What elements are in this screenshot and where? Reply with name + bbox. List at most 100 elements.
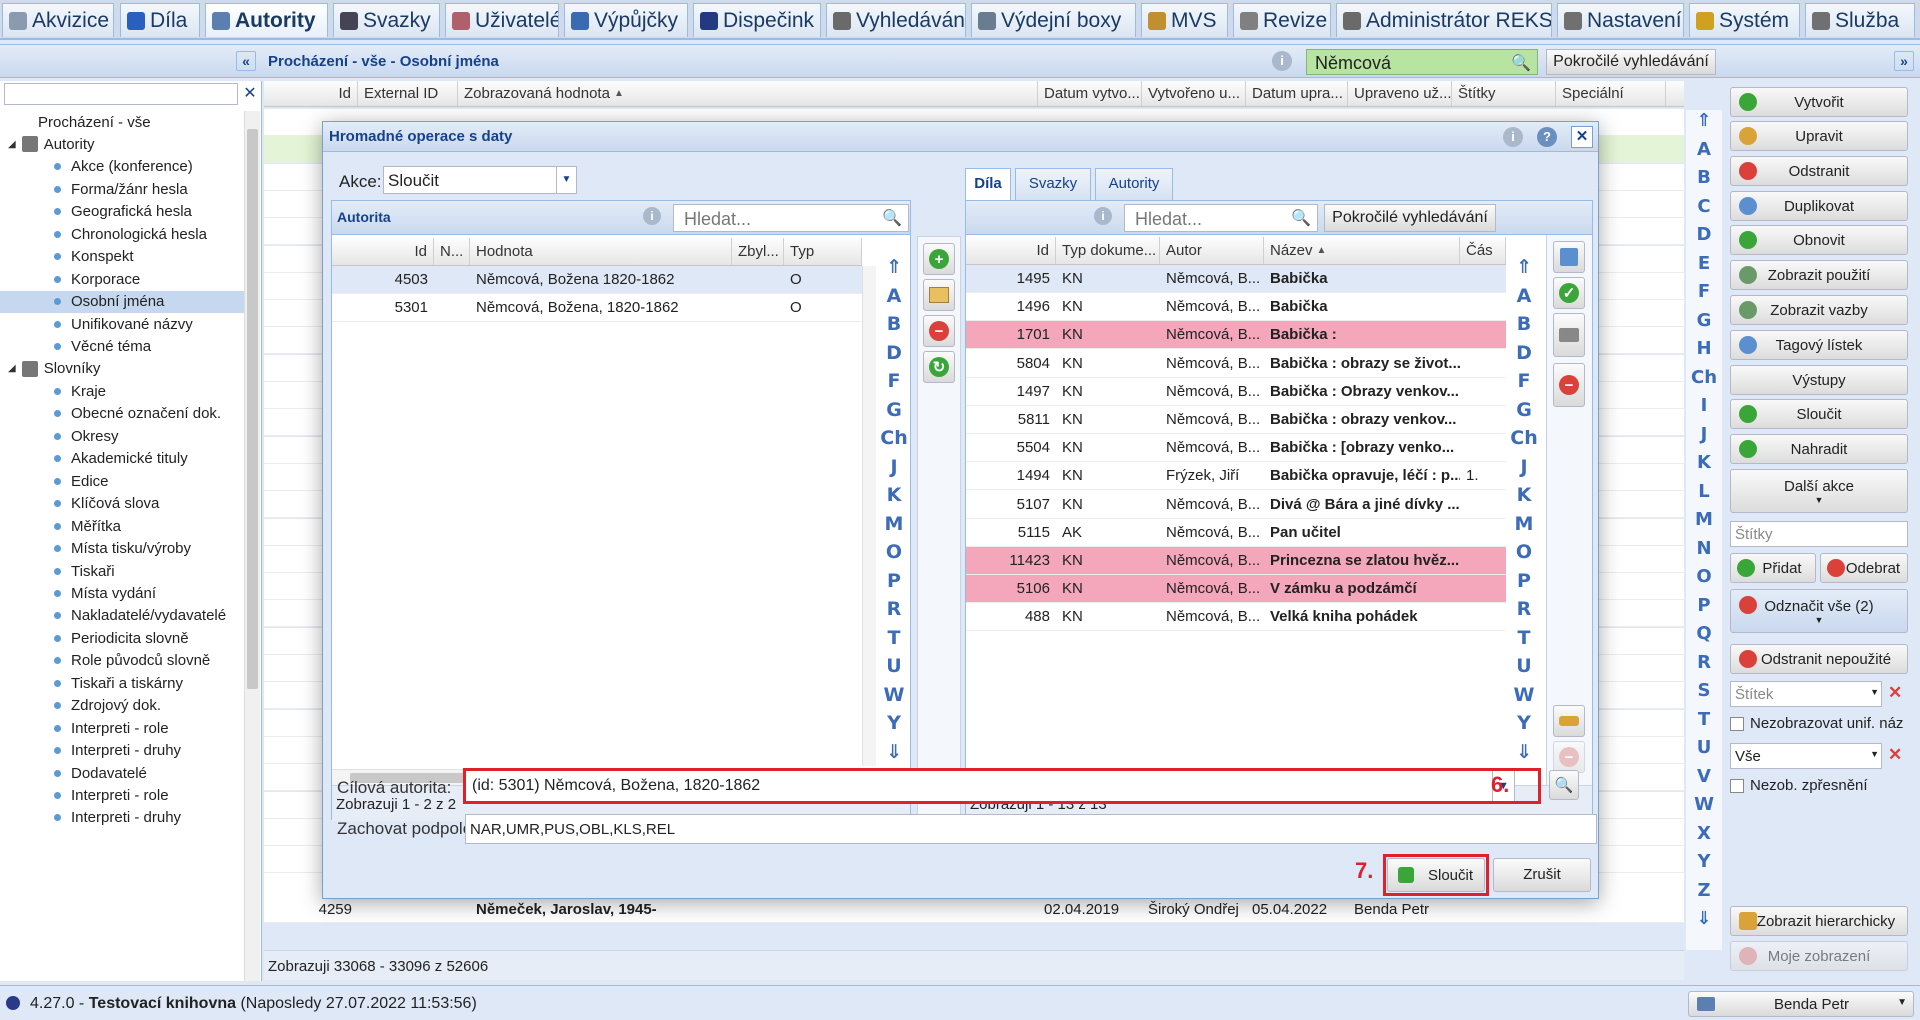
top-tab[interactable]: Vyhledávání	[826, 3, 966, 37]
alphabet-letter[interactable]: T	[1509, 627, 1539, 649]
tree-item[interactable]: Akademické tituly	[0, 448, 244, 470]
tree-item[interactable]: Tiskaři	[0, 560, 244, 582]
alphabet-letter[interactable]: O	[1689, 566, 1719, 587]
alphabet-letter[interactable]: Y	[1689, 851, 1719, 872]
action-button[interactable]: Zobrazit vazby	[1730, 295, 1908, 325]
jump-bottom-icon[interactable]: ⇓	[1509, 741, 1539, 763]
alphabet-letter[interactable]: P	[1689, 595, 1719, 616]
search-icon[interactable]: 🔍	[882, 208, 902, 228]
jump-top-icon[interactable]: ⇑	[1509, 256, 1539, 278]
alphabet-letter[interactable]: U	[1689, 737, 1719, 758]
unmark-all-button[interactable]: Odznačit vše (2) ▼	[1730, 589, 1908, 633]
col-id[interactable]: Id	[264, 81, 358, 106]
tree-item[interactable]: Osobní jména	[0, 290, 244, 313]
chevron-down-icon[interactable]: ▼	[556, 167, 576, 193]
remove-tag-button[interactable]: Odebrat	[1820, 553, 1908, 583]
col-created-by[interactable]: Vytvořeno u...	[1142, 81, 1246, 106]
checkbox-icon[interactable]	[1730, 716, 1744, 731]
tree-item[interactable]: Měřítka	[0, 515, 244, 537]
alphabet-letter[interactable]: F	[879, 370, 909, 392]
tree-item[interactable]: Forma/žánr hesla	[0, 178, 244, 200]
collapse-left-icon[interactable]: «	[236, 51, 256, 71]
top-tab[interactable]: Výpůjčky	[564, 3, 688, 37]
alphabet-letter[interactable]: I	[1689, 395, 1719, 416]
action-button[interactable]: Zobrazit použití	[1730, 260, 1908, 290]
authority-vscroll[interactable]	[862, 266, 876, 766]
tree-item[interactable]: Periodicita slovně	[0, 627, 244, 649]
action-button[interactable]: Vytvořit	[1730, 87, 1908, 117]
col-remaining[interactable]: Zbyl...	[732, 238, 784, 265]
top-tab[interactable]: Systém	[1689, 3, 1800, 37]
alphabet-letter[interactable]: Q	[1689, 623, 1719, 644]
search-box[interactable]: Němcová 🔍	[1306, 49, 1538, 75]
hide-refinement-checkbox[interactable]: Nezob. zpřesnění	[1730, 777, 1868, 794]
tree-item[interactable]: Interpreti - role	[0, 785, 244, 807]
col-value[interactable]: Hodnota	[470, 238, 732, 265]
tag-select[interactable]: Štítek ▼	[1730, 681, 1882, 707]
refresh-button[interactable]: ↻	[923, 351, 955, 383]
alphabet-letter[interactable]: F	[1689, 281, 1719, 302]
alphabet-letter[interactable]: A	[1689, 139, 1719, 160]
works-advanced-search-button[interactable]: Pokročilé vyhledávání	[1324, 204, 1496, 232]
alphabet-letter[interactable]: K	[879, 484, 909, 506]
tree-item[interactable]: Chronologická hesla	[0, 223, 244, 245]
alphabet-letter[interactable]: N	[1689, 538, 1719, 559]
tree-item[interactable]: Korporace	[0, 268, 244, 290]
alphabet-letter[interactable]: Ch	[1689, 367, 1719, 388]
work-row[interactable]: 5107 KN Němcová, B... Divá @ Bára a jiné dí…	[966, 491, 1506, 519]
tree-item[interactable]: Tiskaři a tiskárny	[0, 672, 244, 694]
alphabet-letter[interactable]: R	[879, 598, 909, 620]
col-type[interactable]: Typ	[784, 238, 862, 265]
alphabet-letter[interactable]: D	[1689, 224, 1719, 245]
alphabet-letter[interactable]: B	[1509, 313, 1539, 335]
alphabet-letter[interactable]: T	[879, 627, 909, 649]
expand-icon[interactable]: ◢	[8, 139, 16, 150]
jump-bottom-icon[interactable]: ⇓	[1689, 908, 1719, 929]
works-search-input[interactable]: Hledat... 🔍	[1124, 204, 1318, 232]
edit-button[interactable]	[923, 279, 955, 311]
main-grid-row[interactable]: 4259 Němeček, Jaroslav, 1945- 02.04.2019…	[264, 896, 1684, 923]
top-tab[interactable]: MVS	[1141, 3, 1228, 37]
disabled-remove-button[interactable]: −	[1553, 741, 1585, 773]
work-row[interactable]: 5804 KN Němcová, B... Babička : obrazy se ž…	[966, 350, 1506, 378]
col-special[interactable]: Speciální	[1556, 81, 1666, 106]
alphabet-letter[interactable]: G	[879, 399, 909, 421]
tree-item[interactable]: Unifikované názvy	[0, 313, 244, 335]
hide-unified-checkbox[interactable]: Nezobrazovat unif. náz	[1730, 715, 1903, 732]
tree-item[interactable]: Místa tisku/výroby	[0, 538, 244, 560]
alphabet-letter[interactable]: J	[879, 456, 909, 478]
alphabet-letter[interactable]: W	[1509, 684, 1539, 706]
search-input[interactable]: Němcová	[1315, 53, 1391, 74]
tree-item[interactable]: Interpreti - druhy	[0, 740, 244, 762]
alphabet-letter[interactable]: O	[879, 541, 909, 563]
alphabet-letter[interactable]: D	[879, 342, 909, 364]
alphabet-letter[interactable]: Ch	[879, 427, 909, 449]
top-tab[interactable]: Dispečink	[693, 3, 821, 37]
action-button[interactable]: Odstranit	[1730, 156, 1908, 186]
alphabet-letter[interactable]: G	[1689, 310, 1719, 331]
delete-button[interactable]: −	[1553, 363, 1585, 407]
tree-item[interactable]: ◢ Autority	[0, 133, 244, 155]
chevron-down-icon[interactable]: ▼	[1870, 687, 1879, 697]
clear-icon[interactable]: ✕	[1888, 745, 1902, 765]
info-icon[interactable]: i	[1503, 127, 1523, 147]
alphabet-letter[interactable]: G	[1509, 399, 1539, 421]
alphabet-letter[interactable]: U	[1509, 655, 1539, 677]
alphabet-letter[interactable]: F	[1509, 370, 1539, 392]
more-actions-button[interactable]: Další akce ▼	[1730, 469, 1908, 513]
action-button[interactable]: Výstupy	[1730, 365, 1908, 395]
action-select[interactable]: Sloučit ▼	[383, 166, 577, 194]
alphabet-letter[interactable]: D	[1509, 342, 1539, 364]
tree-item[interactable]: Zdrojový dok.	[0, 695, 244, 717]
my-view-button[interactable]: Moje zobrazení	[1730, 941, 1908, 971]
alphabet-letter[interactable]: A	[1509, 285, 1539, 307]
alphabet-letter[interactable]: M	[879, 513, 909, 535]
col-id[interactable]: Id	[966, 237, 1056, 264]
top-tab[interactable]: Svazky	[333, 3, 440, 37]
alphabet-letter[interactable]: U	[879, 655, 909, 677]
work-row[interactable]: 5504 KN Němcová, B... Babička : [obrazy ven…	[966, 434, 1506, 463]
work-row[interactable]: 1497 KN Němcová, B... Babička : Obrazy venk…	[966, 378, 1506, 406]
alphabet-letter[interactable]: R	[1509, 598, 1539, 620]
col-display-value[interactable]: Zobrazovaná hodnota ▲	[458, 81, 1038, 106]
tree-item[interactable]: Role původců slovně	[0, 650, 244, 672]
